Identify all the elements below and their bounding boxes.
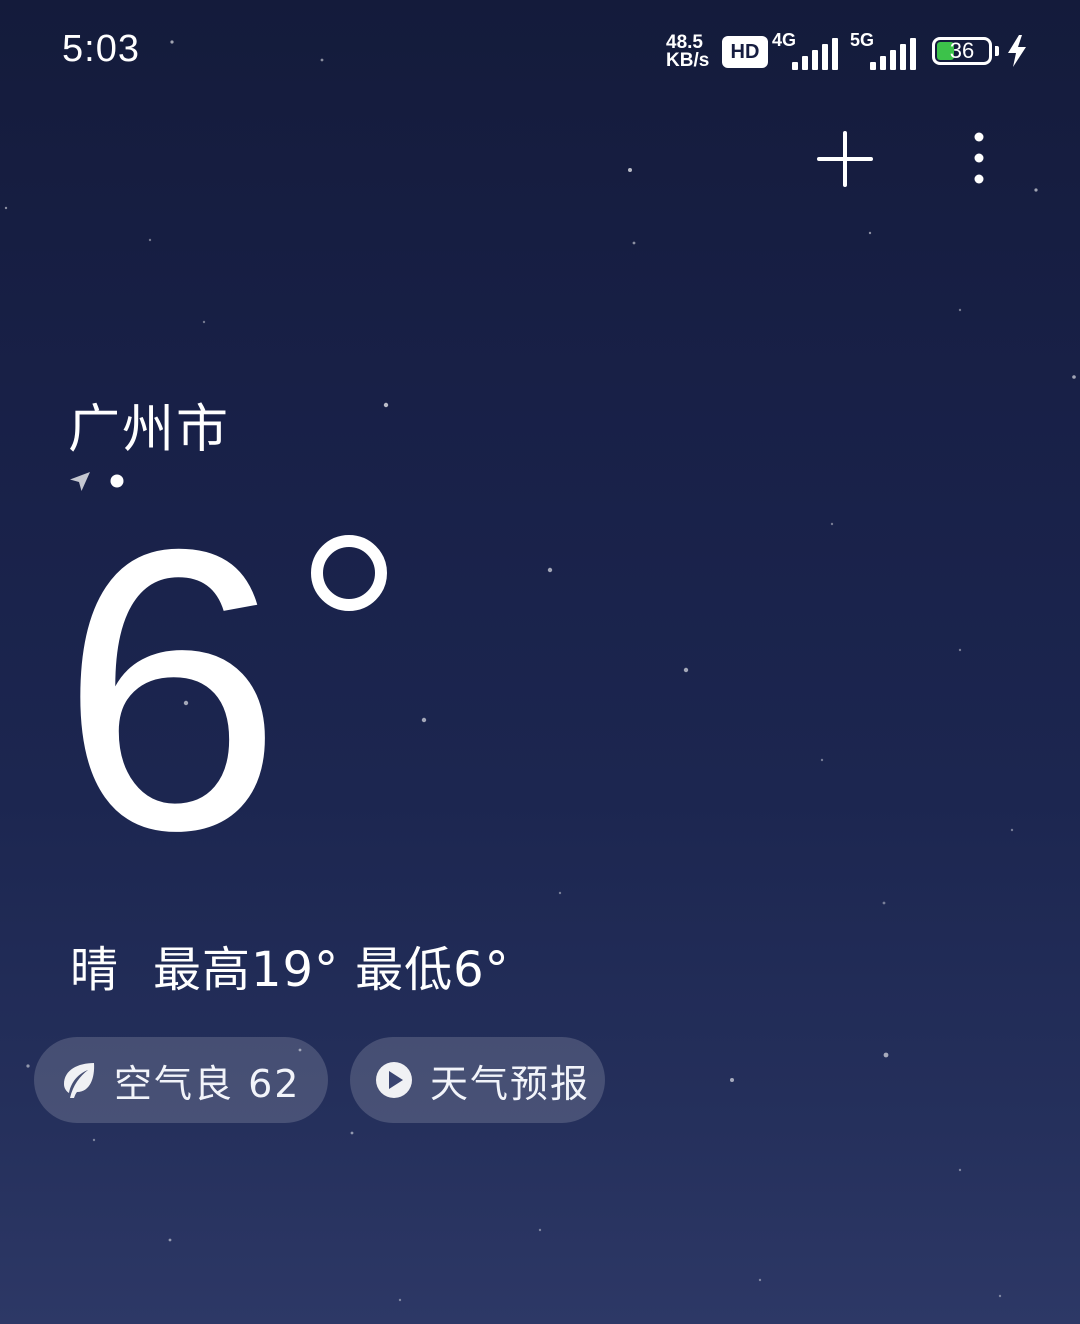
battery-level: 36 [949,38,975,63]
cellular-signal-5g-icon: 5G [850,30,920,70]
cellular-signal-4g-icon: 4G [772,30,842,70]
leaf-icon [64,1063,95,1098]
current-temperature: 6 [60,466,283,913]
air-quality-button[interactable]: 空气良 62 [34,1037,328,1123]
weather-summary: 晴最高19° 最低6° [70,935,510,1005]
city-name[interactable]: 广州市 [68,398,230,462]
network-speed: 48.5 KB/s [666,33,718,71]
battery-tip [995,46,999,56]
high-temperature: 最高19° [153,942,340,998]
status-bar: 5:03 48.5 KB/s HD 4G 5G 36 [0,0,1080,100]
weather-screen: 5:03 48.5 KB/s HD 4G 5G 36 广州市 6 晴 最高19°… [0,0,1080,1324]
weather-condition: 晴 [70,942,120,998]
weather-forecast-video-button[interactable]: 天气预报 [350,1037,605,1123]
air-quality-label: 空气良 62 [114,1061,301,1106]
add-city-button[interactable] [812,126,878,192]
signal-bars [868,38,918,70]
plus-icon [817,131,873,187]
charging-bolt-icon [1008,35,1026,67]
signal-bars [790,38,840,70]
degree-symbol-icon [311,535,387,611]
more-vertical-icon [974,132,984,184]
network-speed-unit: KB/s [666,50,710,71]
play-icon [376,1062,412,1098]
battery-icon: 36 [932,37,992,65]
more-options-button[interactable] [954,126,1004,192]
status-time: 5:03 [62,28,140,70]
hd-voice-badge: HD [722,36,768,68]
low-temperature: 最低6° [355,942,510,998]
weather-forecast-label: 天气预报 [430,1061,591,1106]
